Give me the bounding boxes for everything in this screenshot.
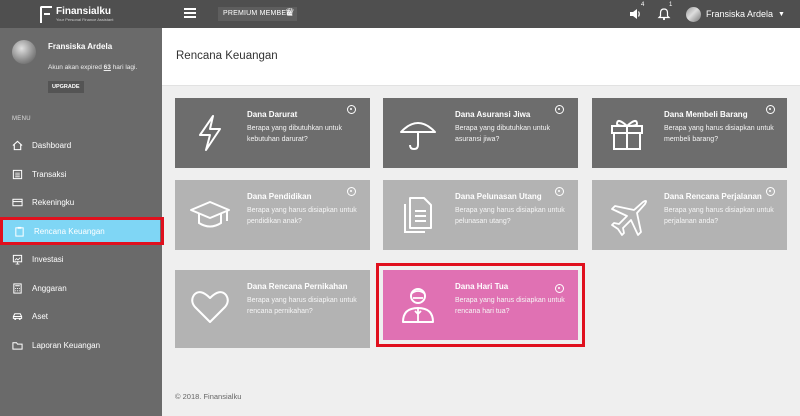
logo[interactable]: Finansialku Your Personal Finance Assist… <box>40 4 113 24</box>
avatar <box>686 6 701 22</box>
card-description: Berapa yang harus disiapkan untuk rencan… <box>247 297 357 315</box>
graduation-cap-icon <box>190 201 230 228</box>
sidebar-item-label: Investasi <box>32 254 64 264</box>
card-description: Berapa yang harus disiapkan untuk membel… <box>664 125 774 143</box>
sidebar-item-transaksi[interactable]: Transaksi <box>0 162 162 186</box>
footer-copyright: © 2018. Finansialku <box>175 392 242 401</box>
sidebar-item-aset[interactable]: Aset <box>0 304 162 328</box>
page-header: Rencana Keuangan <box>162 28 800 86</box>
airplane-icon <box>611 199 648 236</box>
heart-icon <box>191 291 229 323</box>
gear-icon[interactable] <box>347 187 356 196</box>
gear-icon[interactable] <box>555 105 564 114</box>
hamburger-menu-icon[interactable] <box>184 8 196 18</box>
gift-icon <box>611 120 643 150</box>
account-expiry: Akun akan expired 63 hari lagi. <box>48 64 138 71</box>
chart-icon <box>12 254 23 264</box>
card-title: Dana Darurat <box>247 110 298 119</box>
card-description: Berapa yang dibutuhkan untuk kebutuhan d… <box>247 125 342 143</box>
card-description: Berapa yang dibutuhkan untuk asuransi ji… <box>455 125 550 143</box>
sidebar-item-label: Laporan Keuangan <box>32 340 101 350</box>
gear-icon[interactable] <box>347 105 356 114</box>
bell-icon[interactable] <box>657 7 671 21</box>
upgrade-button[interactable]: UPGRADE <box>48 81 84 93</box>
gear-icon[interactable] <box>766 187 775 196</box>
sidebar-item-dashboard[interactable]: Dashboard <box>0 133 162 157</box>
card-dana-rencana-pernikahan[interactable]: Dana Rencana Pernikahan Berapa yang haru… <box>175 270 370 348</box>
lightning-icon <box>199 115 221 151</box>
avatar <box>12 40 36 64</box>
sidebar-item-rekeningku[interactable]: Rekeningku <box>0 190 162 214</box>
crown-icon: ♛ <box>285 7 295 19</box>
document-icon <box>404 197 432 233</box>
notification-count: 4 <box>641 2 645 8</box>
page-title: Rencana Keuangan <box>176 50 278 62</box>
card-dana-pendidikan[interactable]: Dana Pendidikan Berapa yang harus disiap… <box>175 180 370 250</box>
highlight-box <box>0 217 164 245</box>
highlight-box <box>376 263 585 347</box>
card-title: Dana Membeli Barang <box>664 110 748 119</box>
logo-name: Finansialku <box>56 5 112 17</box>
expiry-days: 63 <box>103 64 111 71</box>
sidebar-item-label: Dashboard <box>32 140 72 150</box>
sidebar-item-label: Anggaran <box>32 283 67 293</box>
top-bar: Finansialku Your Personal Finance Assist… <box>0 0 800 28</box>
gear-icon[interactable] <box>766 105 775 114</box>
sidebar-item-label: Aset <box>32 311 49 321</box>
card-icon <box>12 198 23 206</box>
card-dana-pelunasan-utang[interactable]: Dana Pelunasan Utang Berapa yang harus d… <box>383 180 578 250</box>
user-menu[interactable]: Fransiska Ardela ▼ <box>686 4 785 24</box>
folder-icon <box>12 341 23 350</box>
card-dana-membeli-barang[interactable]: Dana Membeli Barang Berapa yang harus di… <box>592 98 787 168</box>
card-title: Dana Rencana Pernikahan <box>247 282 348 291</box>
sidebar-item-anggaran[interactable]: Anggaran <box>0 276 162 300</box>
sidebar-item-label: Transaksi <box>32 169 67 179</box>
home-icon <box>12 140 23 150</box>
list-icon <box>12 169 23 179</box>
speaker-icon[interactable] <box>628 7 642 21</box>
calculator-icon <box>13 282 22 294</box>
sidebar-item-investasi[interactable]: Investasi <box>0 247 162 271</box>
card-title: Dana Asuransi Jiwa <box>455 110 531 119</box>
sidebar-item-label: Rekeningku <box>32 197 75 207</box>
logo-icon <box>40 5 52 23</box>
card-dana-asuransi-jiwa[interactable]: Dana Asuransi Jiwa Berapa yang dibutuhka… <box>383 98 578 168</box>
notification-count: 1 <box>669 2 673 8</box>
chevron-down-icon: ▼ <box>778 10 785 18</box>
card-dana-darurat[interactable]: Dana Darurat Berapa yang dibutuhkan untu… <box>175 98 370 168</box>
user-name: Fransiska Ardela <box>706 9 774 19</box>
gear-icon[interactable] <box>555 187 564 196</box>
sidebar-item-laporan-keuangan[interactable]: Laporan Keuangan <box>0 333 162 357</box>
profile-name: Fransiska Ardela <box>48 42 113 51</box>
card-dana-rencana-perjalanan[interactable]: Dana Rencana Perjalanan Berapa yang haru… <box>592 180 787 250</box>
card-title: Dana Rencana Perjalanan <box>664 192 762 201</box>
car-icon <box>12 312 23 320</box>
menu-label: MENU <box>12 116 31 122</box>
card-description: Berapa yang harus disiapkan untuk pendid… <box>247 207 357 225</box>
umbrella-icon <box>400 122 436 151</box>
card-title: Dana Pendidikan <box>247 192 312 201</box>
card-description: Berapa yang harus disiapkan untuk peluna… <box>455 207 565 225</box>
logo-tagline: Your Personal Finance Assistant <box>56 16 114 22</box>
card-description: Berapa yang harus disiapkan untuk perjal… <box>664 207 774 225</box>
card-title: Dana Pelunasan Utang <box>455 192 542 201</box>
